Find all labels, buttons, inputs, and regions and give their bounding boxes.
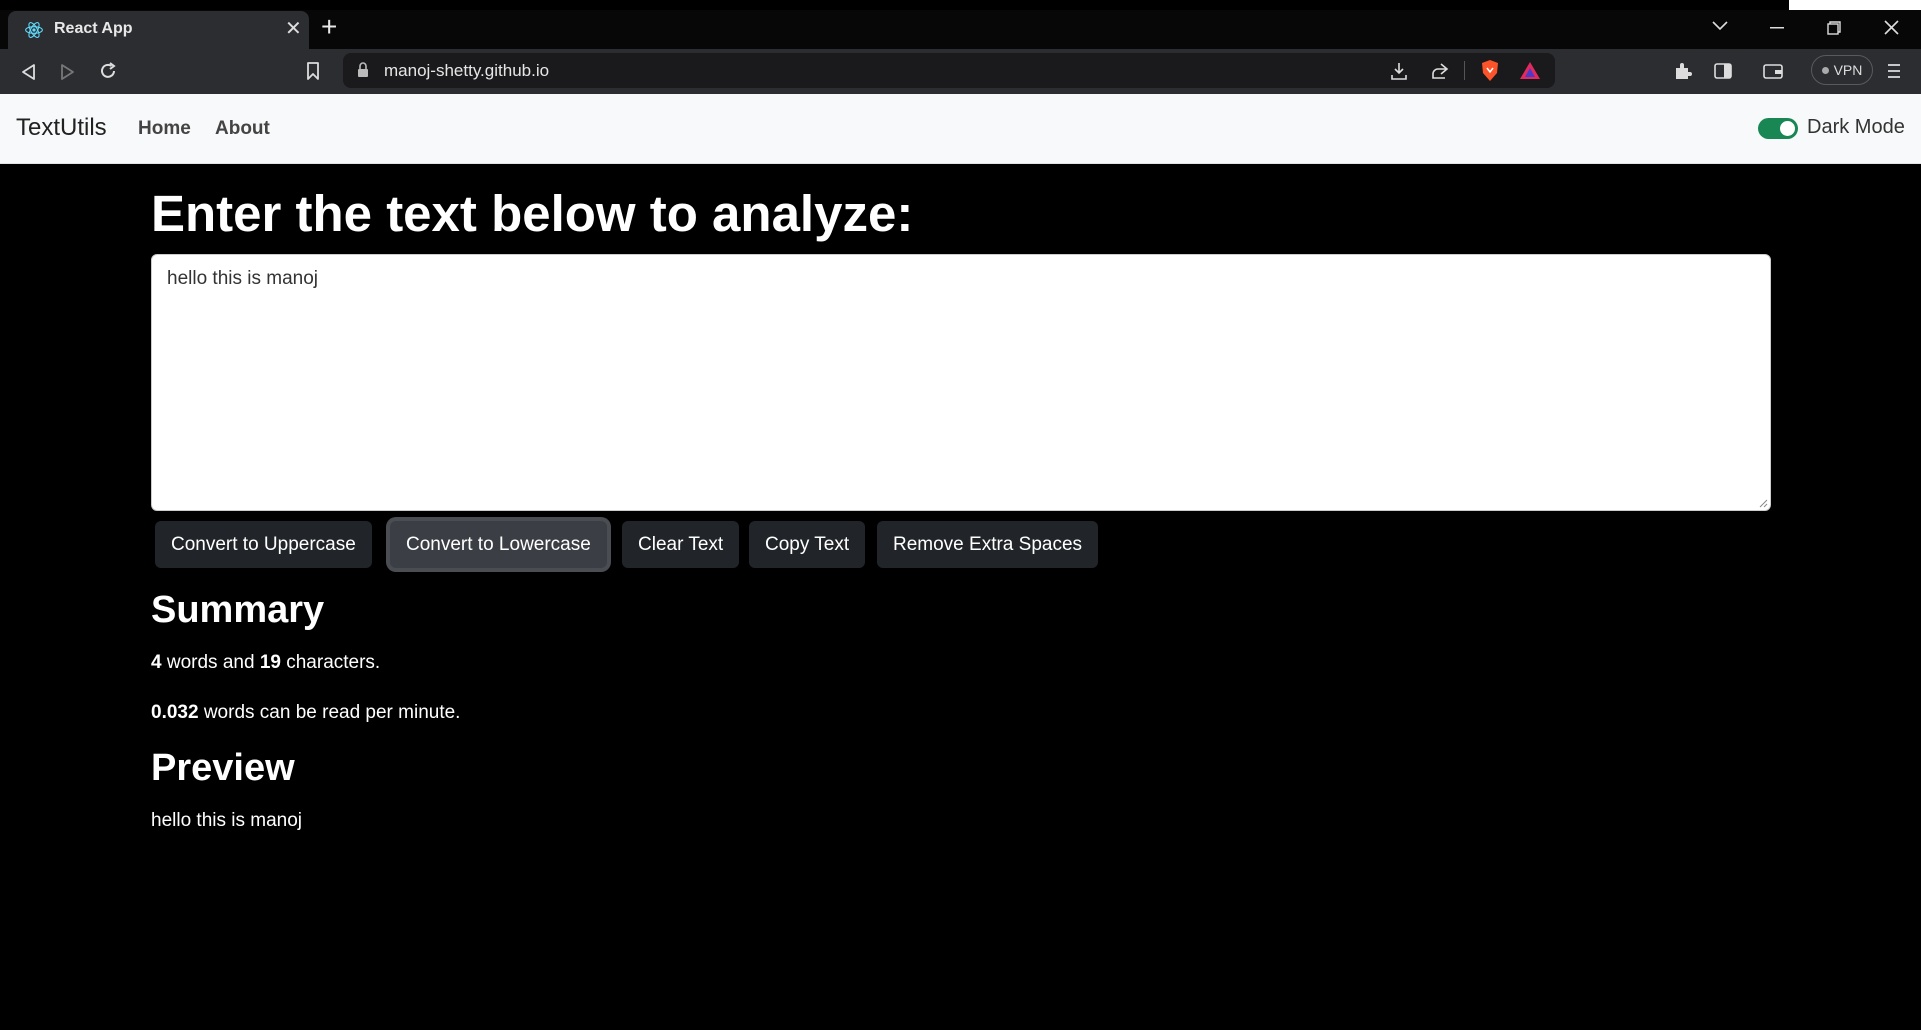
address-bar[interactable]: manoj-shetty.github.io [343, 53, 1555, 88]
vpn-button[interactable]: VPN [1811, 55, 1873, 85]
vpn-label: VPN [1833, 62, 1863, 78]
restore-icon[interactable] [1827, 21, 1841, 35]
sidebar-icon[interactable] [1714, 62, 1732, 80]
navbar-brand[interactable]: TextUtils [16, 114, 107, 142]
words-and-text: words and [161, 652, 260, 673]
page-heading: Enter the text below to analyze: [151, 185, 914, 242]
uppercase-button[interactable]: Convert to Uppercase [155, 521, 372, 568]
close-tab-icon[interactable]: ✕ [285, 19, 302, 39]
app-navbar: TextUtils Home About Dark Mode [0, 94, 1921, 164]
menu-icon[interactable] [1887, 62, 1901, 80]
download-icon[interactable] [1389, 61, 1409, 81]
share-icon[interactable] [1429, 61, 1449, 81]
bookmark-icon[interactable] [306, 61, 320, 81]
forward-icon[interactable] [60, 63, 76, 81]
tab-title: React App [54, 20, 133, 37]
reload-icon[interactable] [98, 61, 118, 81]
read-time-summary: 0.032 words can be read per minute. [151, 702, 460, 724]
brave-shield-icon[interactable] [1480, 59, 1500, 82]
lock-icon [358, 62, 368, 77]
tab-search-chevron-icon[interactable] [1712, 21, 1728, 31]
extensions-icon[interactable] [1673, 61, 1693, 81]
new-tab-icon[interactable]: + [321, 13, 337, 41]
lowercase-button[interactable]: Convert to Lowercase [390, 521, 607, 568]
copy-text-button[interactable]: Copy Text [749, 521, 866, 568]
react-logo-icon [25, 22, 43, 38]
brave-rewards-icon[interactable] [1519, 61, 1541, 80]
minimize-icon[interactable] [1770, 27, 1784, 29]
browser-tab[interactable]: React App ✕ [8, 11, 309, 49]
char-count: 19 [259, 652, 281, 673]
word-count: 4 [151, 652, 162, 673]
preview-text: hello this is manoj [151, 810, 303, 831]
remove-extra-spaces-button[interactable]: Remove Extra Spaces [877, 521, 1099, 568]
tab-strip-top-edge [0, 0, 1789, 10]
read-time-text: words can be read per minute. [198, 702, 461, 723]
read-time-value: 0.032 [151, 702, 199, 723]
toggle-knob [1780, 121, 1795, 136]
vpn-status-dot-icon [1821, 66, 1829, 74]
close-window-icon[interactable] [1884, 20, 1899, 35]
nav-link-home[interactable]: Home [138, 118, 191, 140]
preview-title: Preview [151, 747, 295, 789]
tab-strip-corner [1789, 0, 1921, 10]
resize-grip-icon[interactable] [1758, 498, 1768, 508]
summary-title: Summary [151, 589, 325, 631]
dark-mode-toggle[interactable] [1758, 118, 1798, 139]
word-char-summary: 4 words and 19 characters. [151, 652, 380, 674]
clear-text-button[interactable]: Clear Text [622, 521, 740, 568]
url-text: manoj-shetty.github.io [384, 61, 550, 80]
browser-toolbar: manoj-shetty.github.io VPN [0, 49, 1921, 94]
nav-link-about[interactable]: About [215, 118, 270, 140]
dark-mode-label: Dark Mode [1807, 116, 1905, 138]
text-input-area[interactable]: hello this is manoj [151, 254, 1771, 511]
browser-tab-strip: React App ✕ + [0, 0, 1921, 49]
separator [1464, 61, 1465, 80]
wallet-icon[interactable] [1763, 62, 1783, 80]
main-content: Enter the text below to analyze: hello t… [0, 164, 1921, 1030]
back-icon[interactable] [20, 63, 36, 81]
characters-text: characters. [280, 652, 381, 673]
